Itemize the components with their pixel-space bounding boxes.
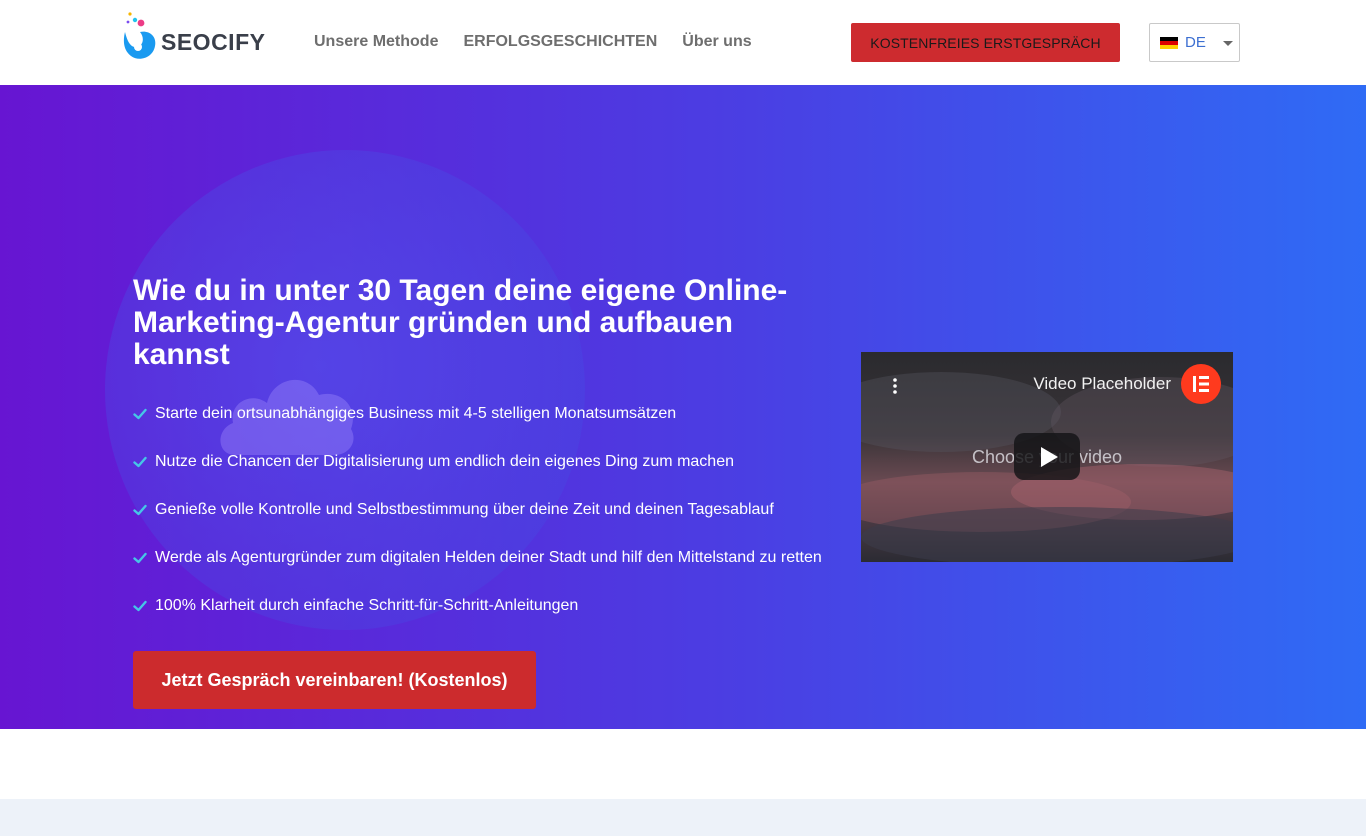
- book-call-button[interactable]: Jetzt Gespräch vereinbaren! (Kostenlos): [133, 651, 536, 709]
- hero-section: Wie du in unter 30 Tagen deine eigene On…: [0, 85, 1366, 729]
- language-code: DE: [1185, 34, 1206, 51]
- check-icon: [133, 456, 147, 468]
- hero-title: Wie du in unter 30 Tagen deine eigene On…: [133, 274, 788, 371]
- logo[interactable]: SEOCIFY: [121, 10, 265, 62]
- list-item: Nutze die Chancen der Digitalisierung um…: [133, 452, 822, 472]
- check-icon: [133, 552, 147, 564]
- nav-item-methode[interactable]: Unsere Methode: [314, 33, 438, 51]
- list-item: 100% Klarheit durch einfache Schritt-für…: [133, 596, 822, 616]
- feature-text: Nutze die Chancen der Digitalisierung um…: [155, 453, 734, 470]
- video-title: Video Placeholder: [1033, 374, 1171, 393]
- check-icon: [133, 600, 147, 612]
- list-item: Werde als Agenturgründer zum digitalen H…: [133, 548, 822, 568]
- germany-flag-icon: [1160, 36, 1178, 49]
- nav-item-ueber-uns[interactable]: Über uns: [682, 33, 751, 51]
- logo-drop-icon: [121, 10, 159, 62]
- free-consultation-button[interactable]: KOSTENFREIES ERSTGESPRÄCH: [851, 23, 1120, 62]
- check-icon: [133, 504, 147, 516]
- main-nav: Unsere Methode ERFOLGSGESCHICHTEN Über u…: [314, 33, 752, 51]
- feature-text: Starte dein ortsunabhängiges Business mi…: [155, 405, 677, 422]
- list-item: Genieße volle Kontrolle und Selbstbestim…: [133, 500, 822, 520]
- feature-list: Starte dein ortsunabhängiges Business mi…: [133, 404, 822, 644]
- site-header: SEOCIFY Unsere Methode ERFOLGSGESCHICHTE…: [0, 0, 1366, 85]
- logo-text: SEOCIFY: [161, 28, 266, 55]
- feature-text: Genieße volle Kontrolle und Selbstbestim…: [155, 501, 774, 518]
- feature-text: 100% Klarheit durch einfache Schritt-für…: [155, 597, 579, 614]
- next-section-band: [0, 799, 1366, 836]
- feature-text: Werde als Agenturgründer zum digitalen H…: [155, 549, 822, 566]
- video-player[interactable]: Video Placeholder Choose your video: [861, 352, 1233, 562]
- nav-item-erfolgsgeschichten[interactable]: ERFOLGSGESCHICHTEN: [463, 33, 657, 51]
- play-icon[interactable]: [1014, 433, 1080, 480]
- list-item: Starte dein ortsunabhängiges Business mi…: [133, 404, 822, 424]
- elementor-logo-icon: [1181, 364, 1221, 404]
- language-select[interactable]: DE: [1149, 23, 1240, 62]
- chevron-down-icon: [1223, 41, 1233, 46]
- check-icon: [133, 408, 147, 420]
